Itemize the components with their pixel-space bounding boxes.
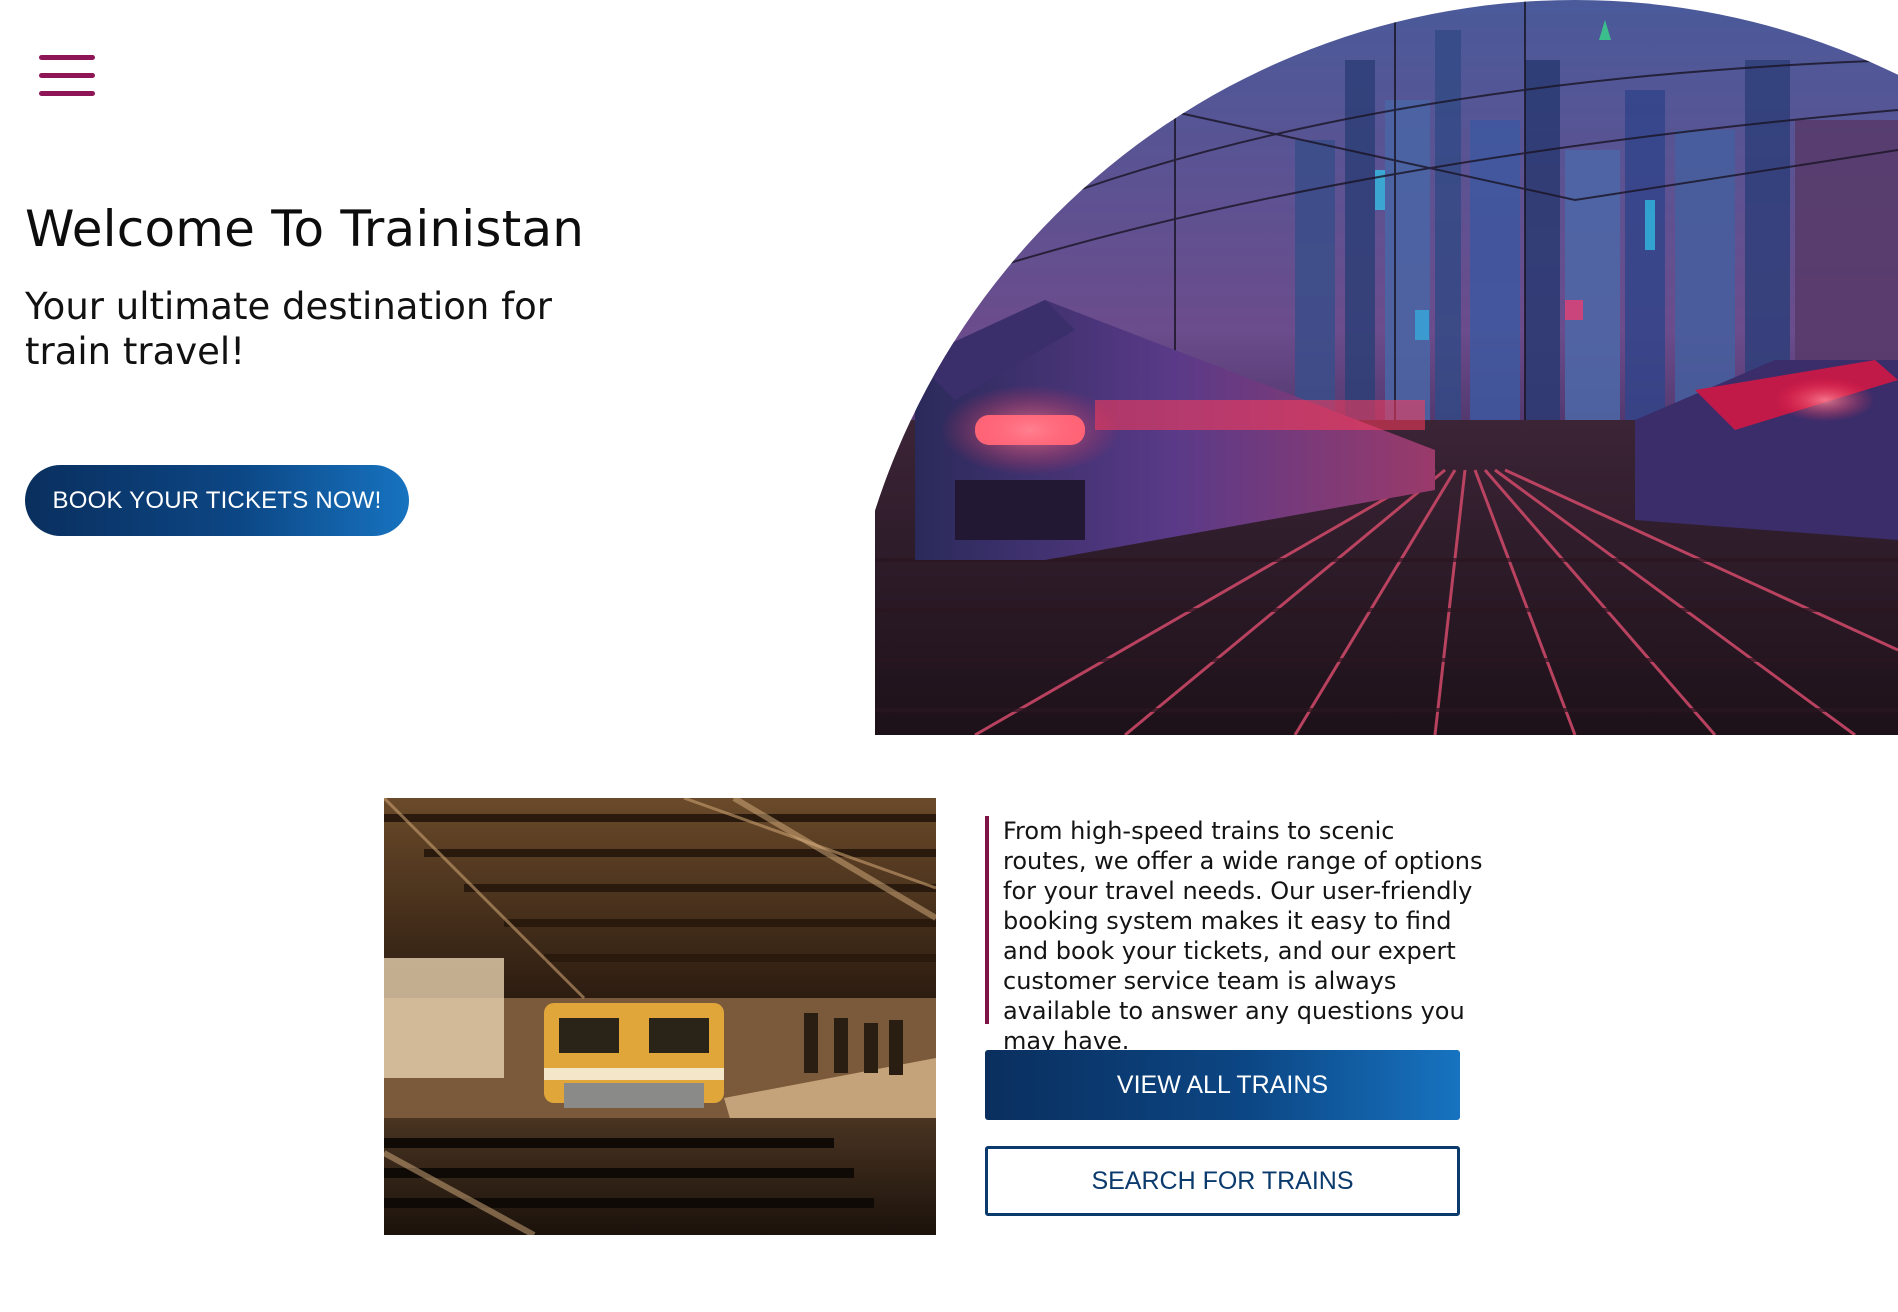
about-description: From high-speed trains to scenic routes,… <box>985 816 1485 1055</box>
page: Welcome To Trainistan Your ultimate dest… <box>0 0 1898 1312</box>
search-trains-button[interactable]: SEARCH FOR TRAINS <box>985 1146 1460 1216</box>
hero-title: Welcome To Trainistan <box>25 200 585 258</box>
menu-bar <box>39 55 95 60</box>
station-image <box>384 798 936 1235</box>
book-tickets-button[interactable]: BOOK YOUR TICKETS NOW! <box>25 465 409 536</box>
hero-subtitle: Your ultimate destination for train trav… <box>25 285 552 373</box>
menu-bar <box>39 91 95 96</box>
view-all-trains-button[interactable]: VIEW ALL TRAINS <box>985 1050 1460 1120</box>
hero-image <box>875 0 1898 735</box>
menu-bar <box>39 73 95 78</box>
hamburger-menu-icon[interactable] <box>39 55 95 99</box>
